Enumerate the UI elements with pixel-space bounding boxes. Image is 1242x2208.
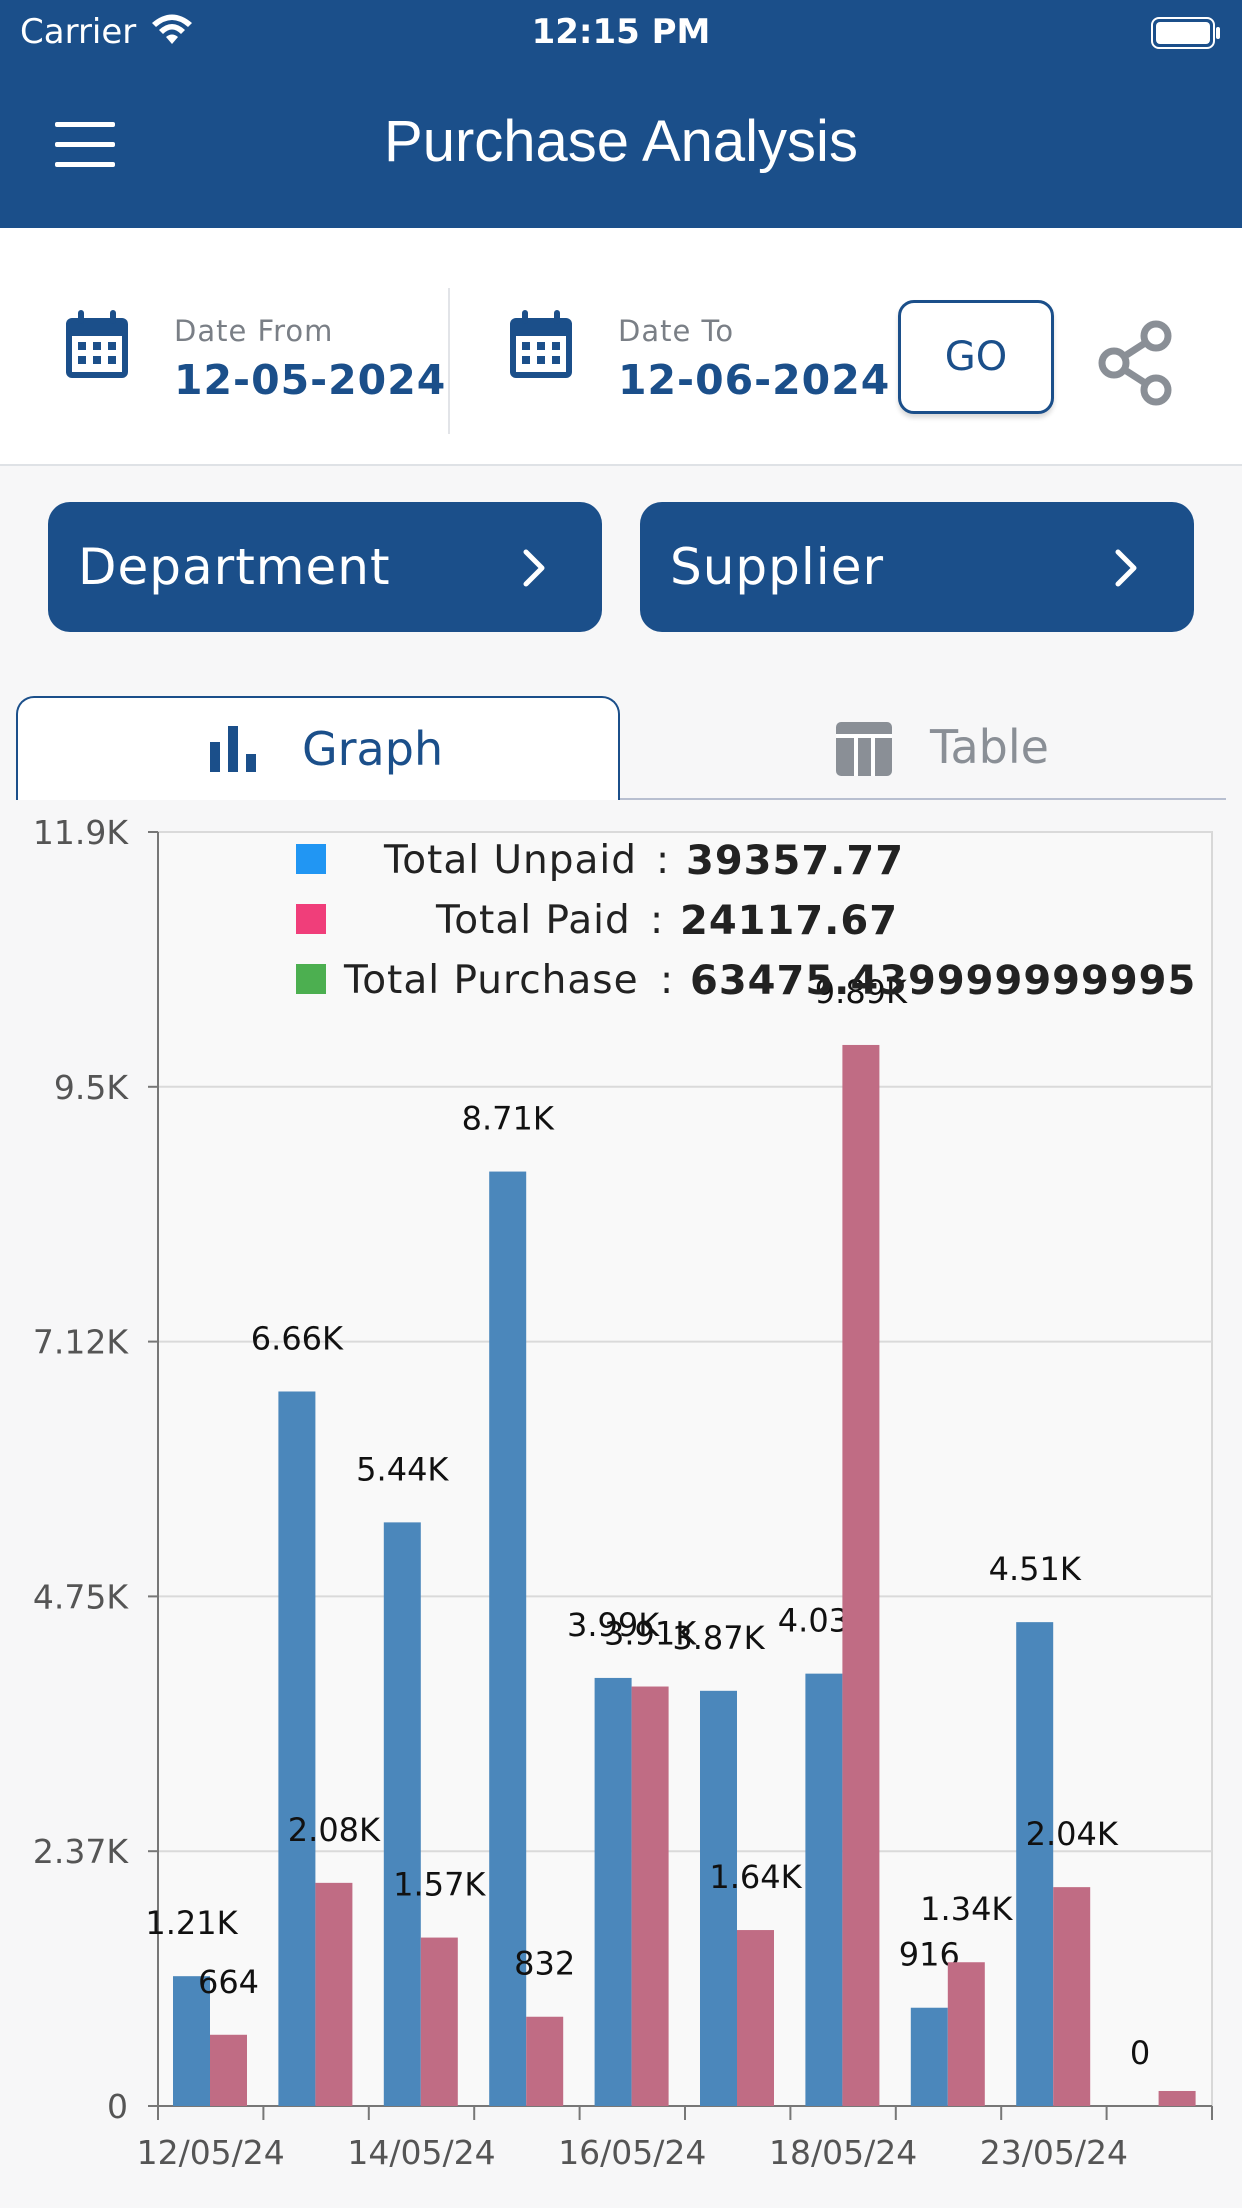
date-filter-bar: Date From 12-05-2024 Date To 12-06-2024 …: [0, 228, 1242, 466]
tab-table-label: Table: [930, 720, 1049, 774]
share-icon[interactable]: [1094, 318, 1176, 408]
department-button[interactable]: Department: [48, 502, 602, 632]
chevron-right-icon: [1115, 549, 1137, 587]
bar-paid: [315, 1882, 353, 2106]
calendar-icon[interactable]: [508, 308, 574, 380]
chart-legend: Total Unpaid : 39357.77 Total Paid : 241…: [296, 832, 1242, 1012]
y-tick-label: 7.12K: [33, 1323, 129, 1362]
calendar-icon[interactable]: [64, 308, 130, 380]
legend-label: Total Unpaid: [384, 838, 637, 883]
bar-unpaid: [383, 1522, 421, 2106]
x-tick-label: 16/05/24: [558, 2133, 706, 2172]
chevron-right-icon: [523, 549, 545, 587]
data-label: 1.21K: [145, 1904, 238, 1942]
legend-label: Total Purchase: [344, 958, 639, 1003]
legend-item-purchase: Total Purchase : 63475.439999999995: [296, 952, 1242, 1004]
y-tick-label: 11.9K: [33, 813, 129, 852]
legend-value: 63475.439999999995: [690, 958, 1197, 1004]
bar-paid: [1053, 1887, 1091, 2106]
data-label: 3.91K: [604, 1615, 697, 1653]
supplier-label: Supplier: [670, 538, 885, 596]
x-tick-label: 12/05/24: [137, 2133, 285, 2172]
legend-item-paid: Total Paid : 24117.67: [296, 892, 1242, 944]
tab-graph[interactable]: Graph: [16, 696, 620, 800]
data-label: 4.51K: [989, 1550, 1082, 1588]
data-label: 8.71K: [462, 1100, 555, 1138]
date-to-value[interactable]: 12-06-2024: [618, 356, 890, 404]
app-header: Carrier 12:15 PM Purchase Analysis: [0, 0, 1242, 228]
department-label: Department: [78, 538, 391, 596]
data-label: 2.04K: [1026, 1815, 1119, 1853]
view-tabs: Graph Table: [16, 696, 1226, 800]
data-label: 1.64K: [709, 1858, 802, 1896]
status-time: 12:15 PM: [531, 12, 711, 52]
data-label: 2.08K: [288, 1811, 381, 1849]
divider: [448, 288, 450, 434]
data-label: 1.57K: [393, 1866, 486, 1904]
x-tick-label: 23/05/24: [980, 2133, 1128, 2172]
bar-paid: [631, 1686, 669, 2106]
x-tick-label: 18/05/24: [769, 2133, 917, 2172]
data-label: 6.66K: [251, 1319, 344, 1357]
legend-swatch: [296, 964, 326, 994]
y-tick-label: 9.5K: [54, 1068, 129, 1107]
legend-swatch: [296, 844, 326, 874]
tab-graph-label: Graph: [302, 722, 444, 776]
data-label: 1.34K: [920, 1890, 1013, 1928]
supplier-button[interactable]: Supplier: [640, 502, 1194, 632]
bar-paid: [526, 2016, 564, 2106]
y-tick-label: 4.75K: [33, 1577, 129, 1616]
y-tick-label: 0: [107, 2087, 128, 2126]
tab-table[interactable]: Table: [620, 696, 1226, 800]
x-tick-label: 14/05/24: [347, 2133, 495, 2172]
bar-paid: [210, 2034, 247, 2106]
bar-unpaid: [805, 1673, 843, 2106]
bar-unpaid: [278, 1391, 316, 2106]
go-button[interactable]: GO: [898, 300, 1054, 414]
legend-colon: :: [650, 898, 665, 943]
legend-colon: :: [656, 838, 671, 883]
legend-item-unpaid: Total Unpaid : 39357.77: [296, 832, 1242, 884]
bar-unpaid: [910, 2007, 948, 2106]
status-bar: Carrier 12:15 PM: [0, 8, 1242, 58]
battery-icon: [1151, 17, 1220, 49]
date-from-label: Date From: [174, 314, 334, 348]
data-label: 5.44K: [356, 1450, 449, 1488]
table-icon: [836, 722, 892, 776]
bar-paid: [737, 1930, 774, 2106]
data-label: 0: [1130, 2034, 1150, 2072]
legend-label: Total Paid: [436, 898, 631, 943]
bar-chart-icon: [210, 726, 256, 772]
bar-paid: [947, 1962, 985, 2106]
legend-colon: :: [660, 958, 675, 1003]
bar-unpaid: [1016, 1622, 1054, 2106]
y-tick-label: 2.37K: [33, 1832, 129, 1871]
bar-paid: [842, 1044, 880, 2106]
legend-swatch: [296, 904, 326, 934]
page-title: Purchase Analysis: [384, 109, 858, 174]
data-label: 664: [198, 1963, 259, 2001]
data-label: 832: [514, 1945, 575, 1983]
bar-paid: [1158, 2090, 1196, 2106]
legend-value: 24117.67: [680, 898, 899, 944]
bar-unpaid: [594, 1677, 632, 2106]
date-from-value[interactable]: 12-05-2024: [174, 356, 446, 404]
bar-paid: [420, 1937, 458, 2106]
date-to-label: Date To: [618, 314, 735, 348]
legend-value: 39357.77: [686, 838, 905, 884]
bar-unpaid: [700, 1690, 737, 2106]
